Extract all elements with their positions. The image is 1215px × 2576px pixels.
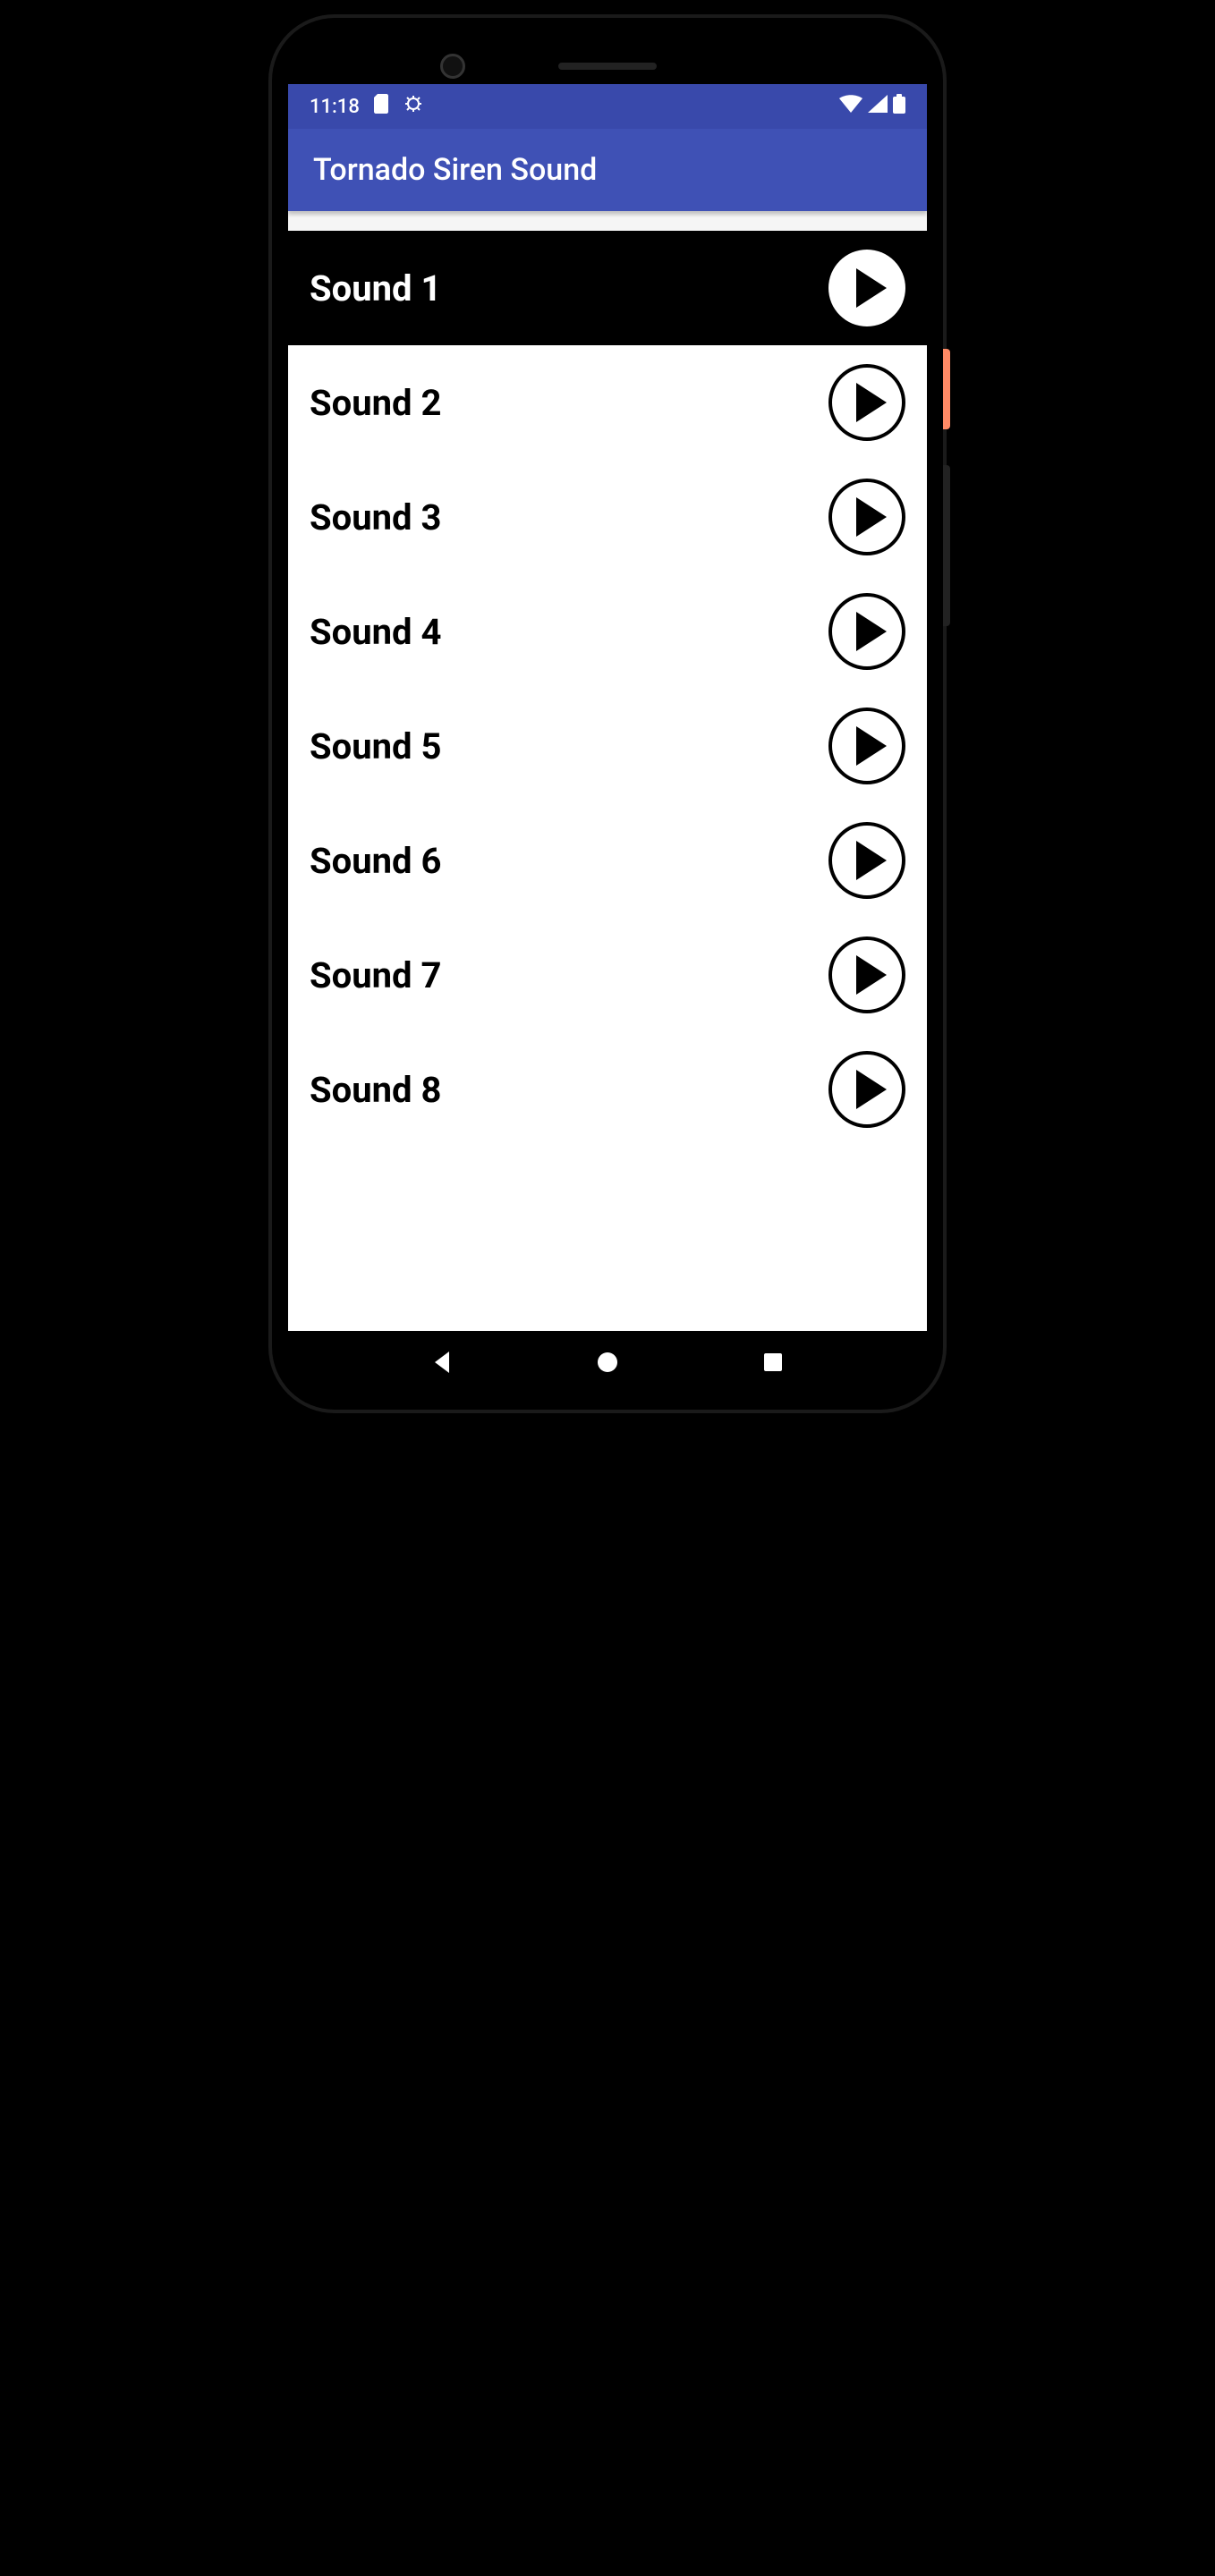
sound-label: Sound 7 bbox=[310, 954, 441, 996]
sound-label: Sound 4 bbox=[310, 611, 441, 653]
list-item[interactable]: Sound 1 bbox=[288, 231, 927, 345]
play-button[interactable] bbox=[828, 1051, 905, 1128]
sound-list: Sound 1 Sound 2 Sound 3 bbox=[288, 231, 927, 1331]
signal-icon bbox=[868, 95, 888, 118]
play-icon bbox=[847, 1070, 887, 1109]
app-title: Tornado Siren Sound bbox=[313, 152, 597, 188]
phone-camera bbox=[440, 54, 465, 79]
play-button[interactable] bbox=[828, 936, 905, 1013]
recent-apps-button[interactable] bbox=[757, 1346, 789, 1378]
play-icon bbox=[847, 383, 887, 422]
list-item[interactable]: Sound 2 bbox=[288, 345, 927, 460]
status-time: 11:18 bbox=[310, 96, 360, 118]
app-bar: Tornado Siren Sound bbox=[288, 129, 927, 211]
list-item[interactable]: Sound 6 bbox=[288, 803, 927, 918]
list-item[interactable]: Sound 7 bbox=[288, 918, 927, 1032]
play-button[interactable] bbox=[828, 708, 905, 784]
play-button[interactable] bbox=[828, 250, 905, 326]
play-icon bbox=[847, 612, 887, 651]
phone-speaker bbox=[558, 63, 657, 70]
play-icon bbox=[847, 726, 887, 766]
play-icon bbox=[847, 841, 887, 880]
sound-label: Sound 8 bbox=[310, 1069, 441, 1111]
list-item[interactable]: Sound 3 bbox=[288, 460, 927, 574]
list-item[interactable]: Sound 4 bbox=[288, 574, 927, 689]
sound-label: Sound 2 bbox=[310, 382, 441, 424]
status-bar: 11:18 bbox=[288, 84, 927, 129]
sound-label: Sound 5 bbox=[310, 725, 441, 767]
list-item[interactable]: Sound 5 bbox=[288, 689, 927, 803]
sound-label: Sound 3 bbox=[310, 496, 441, 538]
play-button[interactable] bbox=[828, 479, 905, 555]
wifi-icon bbox=[839, 95, 862, 118]
play-icon bbox=[847, 497, 887, 537]
bug-icon bbox=[404, 94, 422, 119]
list-item[interactable]: Sound 8 bbox=[288, 1032, 927, 1147]
battery-icon bbox=[893, 94, 905, 119]
play-icon bbox=[847, 955, 887, 995]
sound-label: Sound 6 bbox=[310, 840, 441, 882]
play-icon bbox=[847, 268, 887, 308]
play-button[interactable] bbox=[828, 593, 905, 670]
phone-frame: 11:18 bbox=[272, 18, 943, 1410]
play-button[interactable] bbox=[828, 822, 905, 899]
volume-button bbox=[943, 465, 950, 626]
sound-label: Sound 1 bbox=[310, 267, 441, 309]
play-button[interactable] bbox=[828, 364, 905, 441]
navigation-bar bbox=[288, 1331, 927, 1394]
home-button[interactable] bbox=[591, 1346, 624, 1378]
power-button bbox=[943, 349, 950, 429]
back-button[interactable] bbox=[426, 1346, 458, 1378]
sd-card-icon bbox=[374, 94, 390, 119]
